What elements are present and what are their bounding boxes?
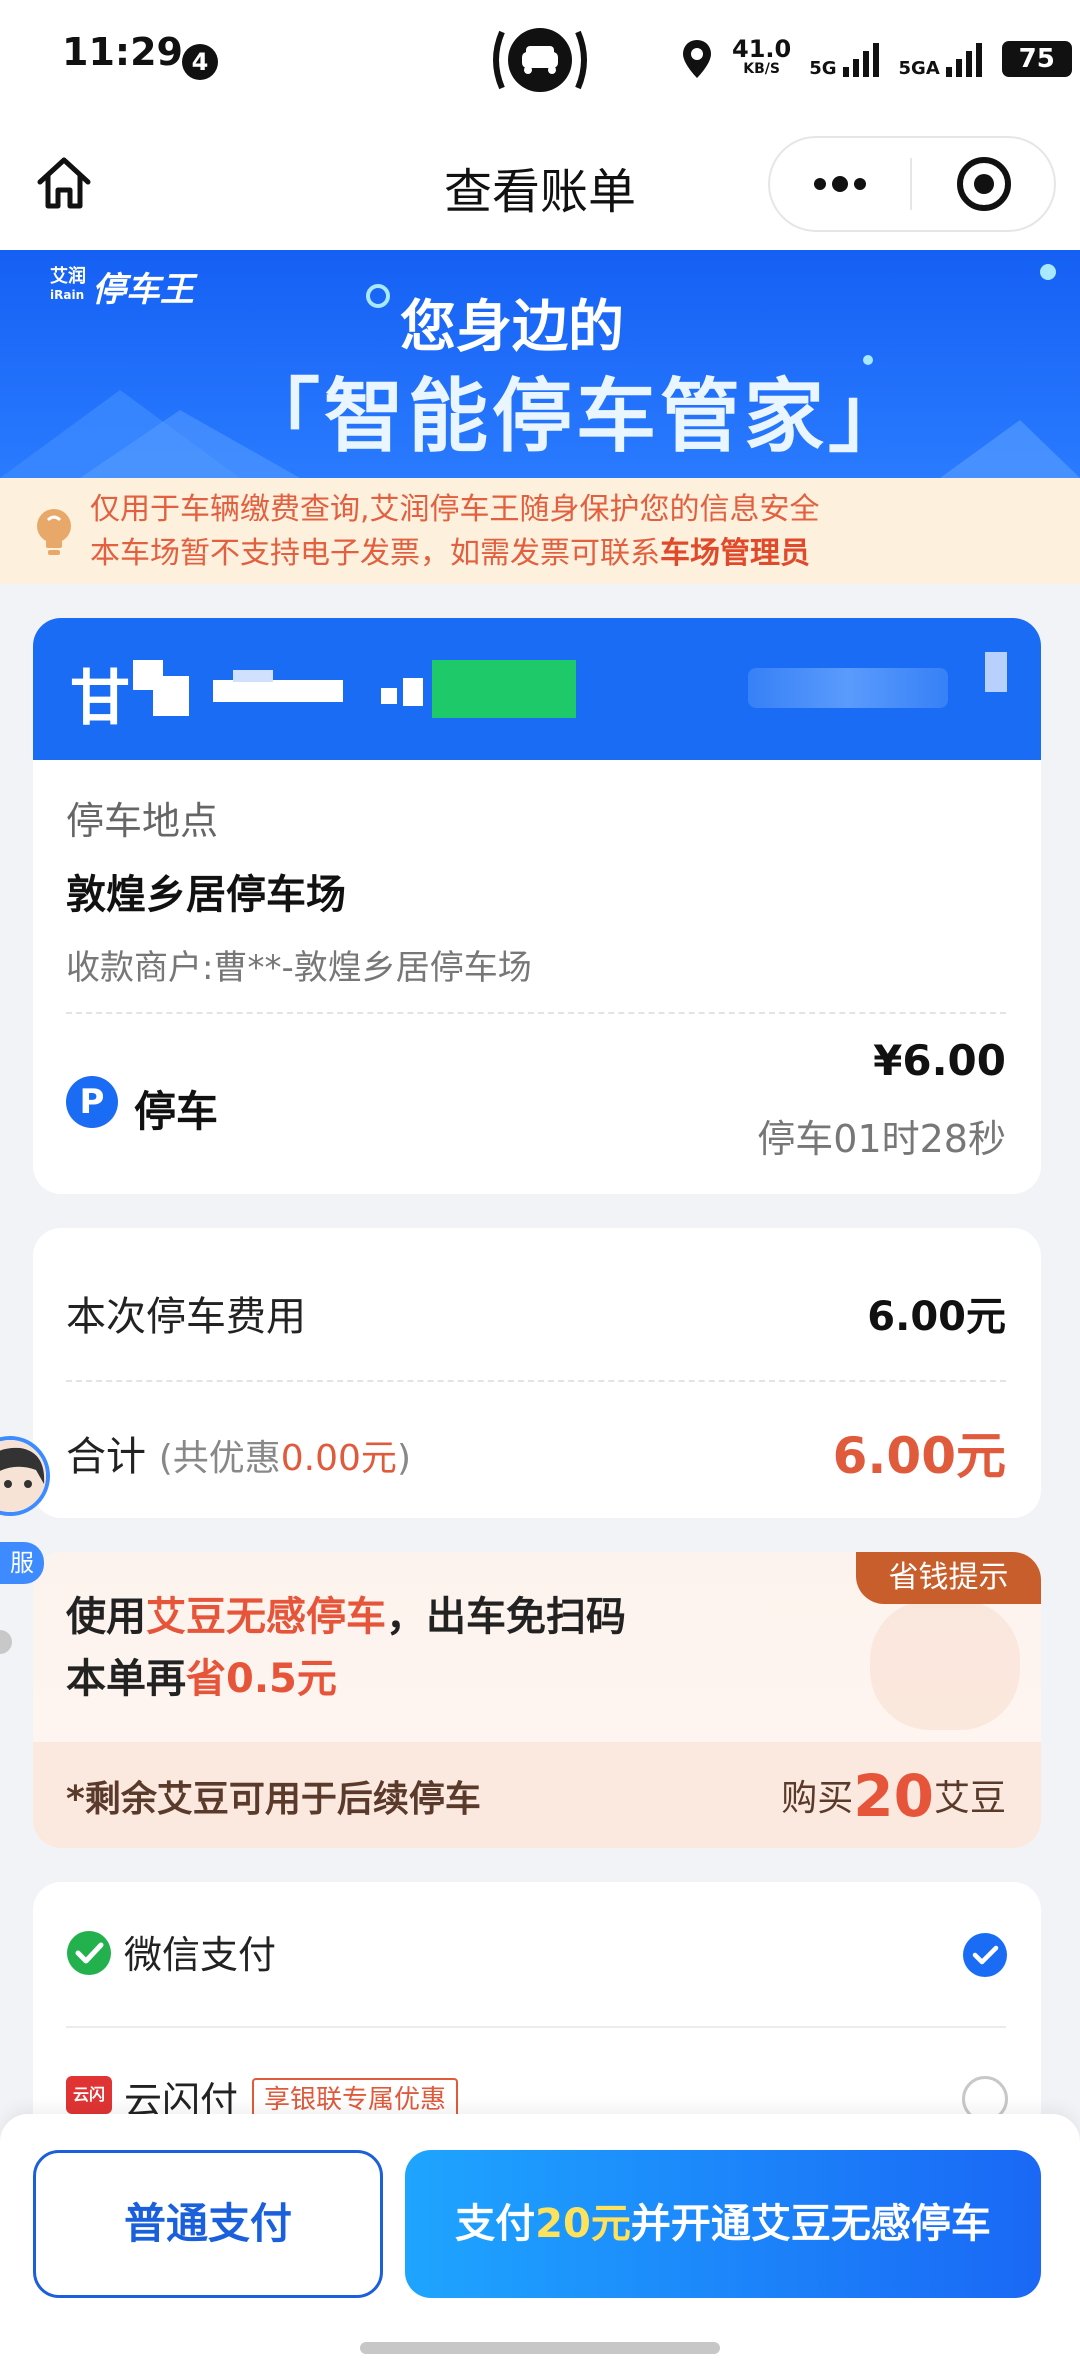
brand-small-1: 艾润 bbox=[50, 266, 86, 287]
piggy-bank-icon bbox=[870, 1600, 1020, 1730]
notice-privacy: 仅用于车辆缴费查询,艾润停车王随身保护您的信息安全 bbox=[90, 492, 820, 527]
fee-value: 6.00元 bbox=[867, 1294, 1006, 1340]
divider bbox=[66, 2026, 1006, 2028]
buy-beans[interactable]: 购买20艾豆 bbox=[760, 1762, 1006, 1830]
side-handle[interactable] bbox=[0, 1630, 12, 1654]
discount-close: ) bbox=[396, 1438, 411, 1479]
checked-radio-icon[interactable] bbox=[962, 1932, 1008, 1978]
wechat-pay-icon bbox=[67, 1931, 111, 1975]
wechat-pay-option[interactable]: 微信支付 bbox=[124, 1924, 276, 1979]
fee-label: 本次停车费用 bbox=[66, 1294, 306, 1340]
discount-note: (共优惠0.00元) bbox=[159, 1438, 411, 1479]
total-row-label: 合计 (共优惠0.00元) bbox=[66, 1424, 411, 1482]
contact-admin-link[interactable]: 车场管理员 bbox=[660, 536, 810, 571]
car-connection-icon bbox=[493, 28, 587, 92]
discount-open: (共优惠 bbox=[158, 1438, 281, 1479]
network-speed: 41.0 KB/S bbox=[732, 35, 792, 79]
parking-duration: 停车01时28秒 bbox=[757, 1117, 1006, 1161]
plate-number: 甘 bbox=[70, 664, 130, 734]
promo-line1-a: 使用 bbox=[66, 1594, 146, 1640]
brand-logo: 停车王 bbox=[92, 270, 194, 310]
plate-blurred-info bbox=[748, 668, 948, 708]
status-right: 41.0 KB/S 5G 5GA 75 bbox=[680, 34, 1072, 84]
location-label: 停车地点 bbox=[66, 799, 219, 843]
promo-line2-highlight: 省0.5元 bbox=[186, 1656, 337, 1702]
close-mini-program-icon[interactable] bbox=[952, 152, 1016, 216]
signal-icon bbox=[842, 43, 879, 77]
primary-amount: 20元 bbox=[535, 2201, 631, 2247]
speed-value: 41.0 bbox=[732, 35, 792, 63]
buy-suffix: 艾豆 bbox=[933, 1778, 1006, 1819]
buy-prefix: 购买 bbox=[781, 1778, 854, 1819]
divider bbox=[66, 1380, 1006, 1382]
total-amount: 6.00元 bbox=[832, 1427, 1006, 1485]
plate-type-badge bbox=[432, 660, 576, 718]
total-label: 合计 bbox=[66, 1434, 146, 1480]
promo-note: *剩余艾豆可用于后续停车 bbox=[66, 1779, 481, 1820]
signal-icon bbox=[945, 43, 982, 77]
promo-line-2: 本单再省0.5元 bbox=[66, 1646, 337, 1704]
brand-small-2: iRain bbox=[50, 288, 85, 302]
signal-5g: 5G bbox=[809, 39, 880, 79]
fee-item-price: ¥6.00 bbox=[873, 1036, 1006, 1085]
parking-lot-name: 敦煌乡居停车场 bbox=[66, 872, 346, 918]
location-icon bbox=[683, 40, 711, 78]
discount-value: 0.00元 bbox=[280, 1438, 397, 1479]
unionpay-icon: 云闪付 bbox=[66, 2076, 112, 2142]
buy-number: 20 bbox=[853, 1762, 934, 1830]
promo-line1-b: ，出车免扫码 bbox=[386, 1594, 626, 1640]
promo-line2-a: 本单再 bbox=[66, 1656, 186, 1702]
capsule-divider bbox=[910, 158, 912, 210]
battery-icon: 75 bbox=[1001, 41, 1072, 77]
customer-service-tag[interactable]: 服 bbox=[0, 1542, 44, 1584]
notice-invoice-text: 本车场暂不支持电子发票，如需发票可联系 bbox=[90, 536, 660, 571]
lightbulb-icon bbox=[37, 509, 71, 555]
notice-invoice: 本车场暂不支持电子发票，如需发票可联系车场管理员 bbox=[90, 528, 810, 572]
page-title: 查看账单 bbox=[443, 164, 636, 220]
signal-5ga: 5GA bbox=[899, 39, 984, 79]
parking-icon: P bbox=[66, 1076, 118, 1128]
primary-text-a: 支付 bbox=[455, 2201, 536, 2247]
banner-headline: 您身边的 bbox=[400, 295, 624, 360]
notification-badge: 4 bbox=[182, 44, 218, 80]
more-icon[interactable] bbox=[800, 160, 880, 208]
merchant-name: 收款商户:曹**-敦煌乡居停车场 bbox=[66, 948, 532, 988]
banner-slogan: 「智能停车管家」 bbox=[240, 370, 912, 463]
normal-pay-button[interactable]: 普通支付 bbox=[33, 2150, 383, 2298]
promo-tag: 省钱提示 bbox=[856, 1552, 1041, 1604]
promo-line-1: 使用艾豆无感停车，出车免扫码 bbox=[66, 1584, 626, 1642]
primary-text-b: 并开通艾豆无感停车 bbox=[630, 2201, 991, 2247]
divider bbox=[66, 1012, 1006, 1014]
fee-item-label: 停车 bbox=[134, 1087, 219, 1136]
promo-line1-highlight: 艾豆无感停车 bbox=[146, 1594, 386, 1640]
pay-and-enable-button[interactable]: 支付20元并开通艾豆无感停车 bbox=[405, 2150, 1041, 2298]
home-icon[interactable] bbox=[32, 152, 96, 216]
network-label-2: 5GA bbox=[898, 58, 940, 79]
brand-small-text: 艾润 iRain bbox=[50, 268, 86, 304]
home-indicator[interactable] bbox=[360, 2342, 720, 2354]
network-label-1: 5G bbox=[809, 58, 837, 79]
status-time: 11:29 bbox=[62, 30, 183, 74]
